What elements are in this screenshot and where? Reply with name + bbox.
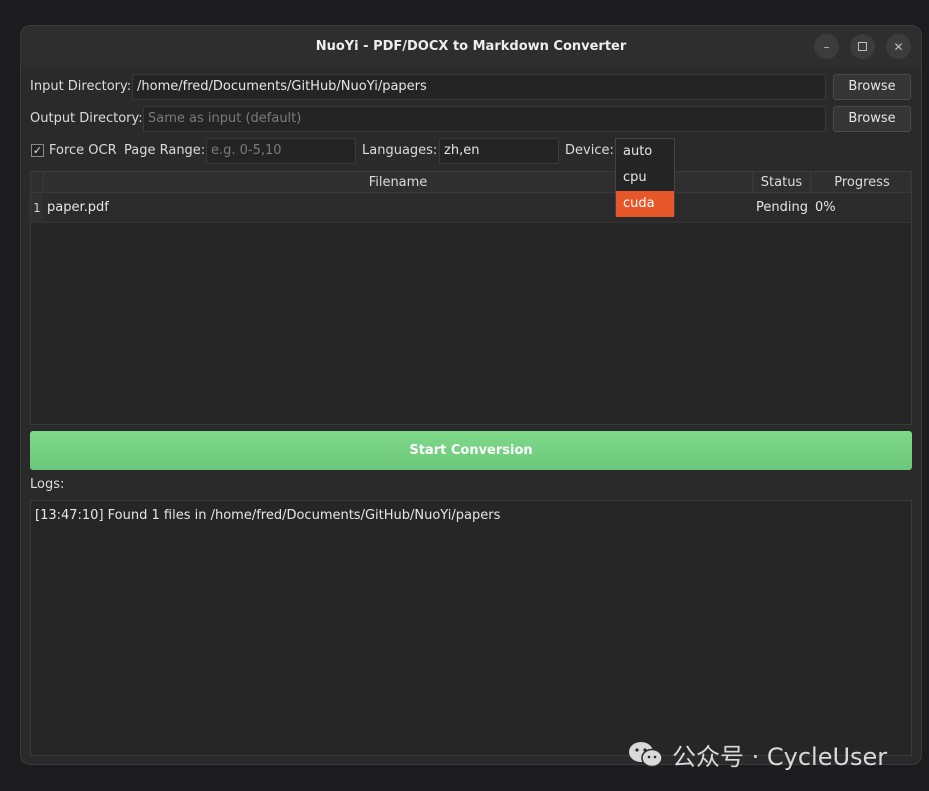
device-dropdown[interactable]: auto cpu cuda [615,138,675,217]
device-option-cuda[interactable]: cuda [616,191,674,217]
maximize-icon [858,42,867,51]
table-header: Filename Status Progress [31,172,911,193]
column-header-status[interactable]: Status [752,172,810,193]
row-number-header [31,172,43,193]
force-ocr-label[interactable]: Force OCR [49,138,117,164]
file-table: Filename Status Progress 1 paper.pdf Pen… [30,171,912,425]
device-option-cpu[interactable]: cpu [616,165,674,191]
row-progress: 0% [815,200,836,215]
app-window: NuoYi - PDF/DOCX to Markdown Converter –… [20,25,922,765]
window-controls: – ✕ [814,34,911,59]
close-icon: ✕ [893,39,904,54]
maximize-button[interactable] [850,34,875,59]
logs-label: Logs: [30,477,65,492]
output-directory-field[interactable]: Same as input (default) [143,106,826,132]
page-range-label: Page Range: [124,143,206,158]
device-option-auto[interactable]: auto [616,139,674,165]
row-filename: paper.pdf [47,200,109,215]
output-directory-row: Output Directory: Same as input (default… [30,106,911,132]
log-line: [13:47:10] Found 1 files in /home/fred/D… [35,508,501,523]
row-status: Pending [756,200,808,215]
output-browse-button[interactable]: Browse [833,106,911,132]
languages-label: Languages: [362,143,438,158]
column-header-progress[interactable]: Progress [810,172,913,193]
row-number: 1 [31,193,43,223]
input-browse-button[interactable]: Browse [833,74,911,100]
input-directory-row: Input Directory: /home/fred/Documents/Gi… [30,74,911,100]
watermark-text: 公众号 · CycleUser [672,742,888,771]
input-directory-label: Input Directory: [30,79,132,94]
window-title: NuoYi - PDF/DOCX to Markdown Converter [315,38,627,54]
device-label: Device: [565,143,614,158]
options-row: ✓ Force OCR Page Range: e.g. 0-5,10 Lang… [30,138,911,164]
minimize-icon: – [823,39,830,54]
close-button[interactable]: ✕ [886,34,911,59]
minimize-button[interactable]: – [814,34,839,59]
force-ocr-checkbox[interactable]: ✓ [31,144,44,157]
wechat-icon [629,742,663,768]
logs-panel[interactable]: [13:47:10] Found 1 files in /home/fred/D… [30,500,912,756]
input-directory-field[interactable]: /home/fred/Documents/GitHub/NuoYi/papers [132,74,826,100]
output-directory-label: Output Directory: [30,111,143,126]
watermark: 公众号 · CycleUser [628,736,887,772]
table-row[interactable]: 1 paper.pdf Pending 0% [31,193,911,223]
title-bar[interactable]: NuoYi - PDF/DOCX to Markdown Converter –… [21,26,921,66]
page-range-field[interactable]: e.g. 0-5,10 [206,138,356,164]
start-conversion-button[interactable]: Start Conversion [30,431,912,470]
languages-field[interactable]: zh,en [439,138,559,164]
